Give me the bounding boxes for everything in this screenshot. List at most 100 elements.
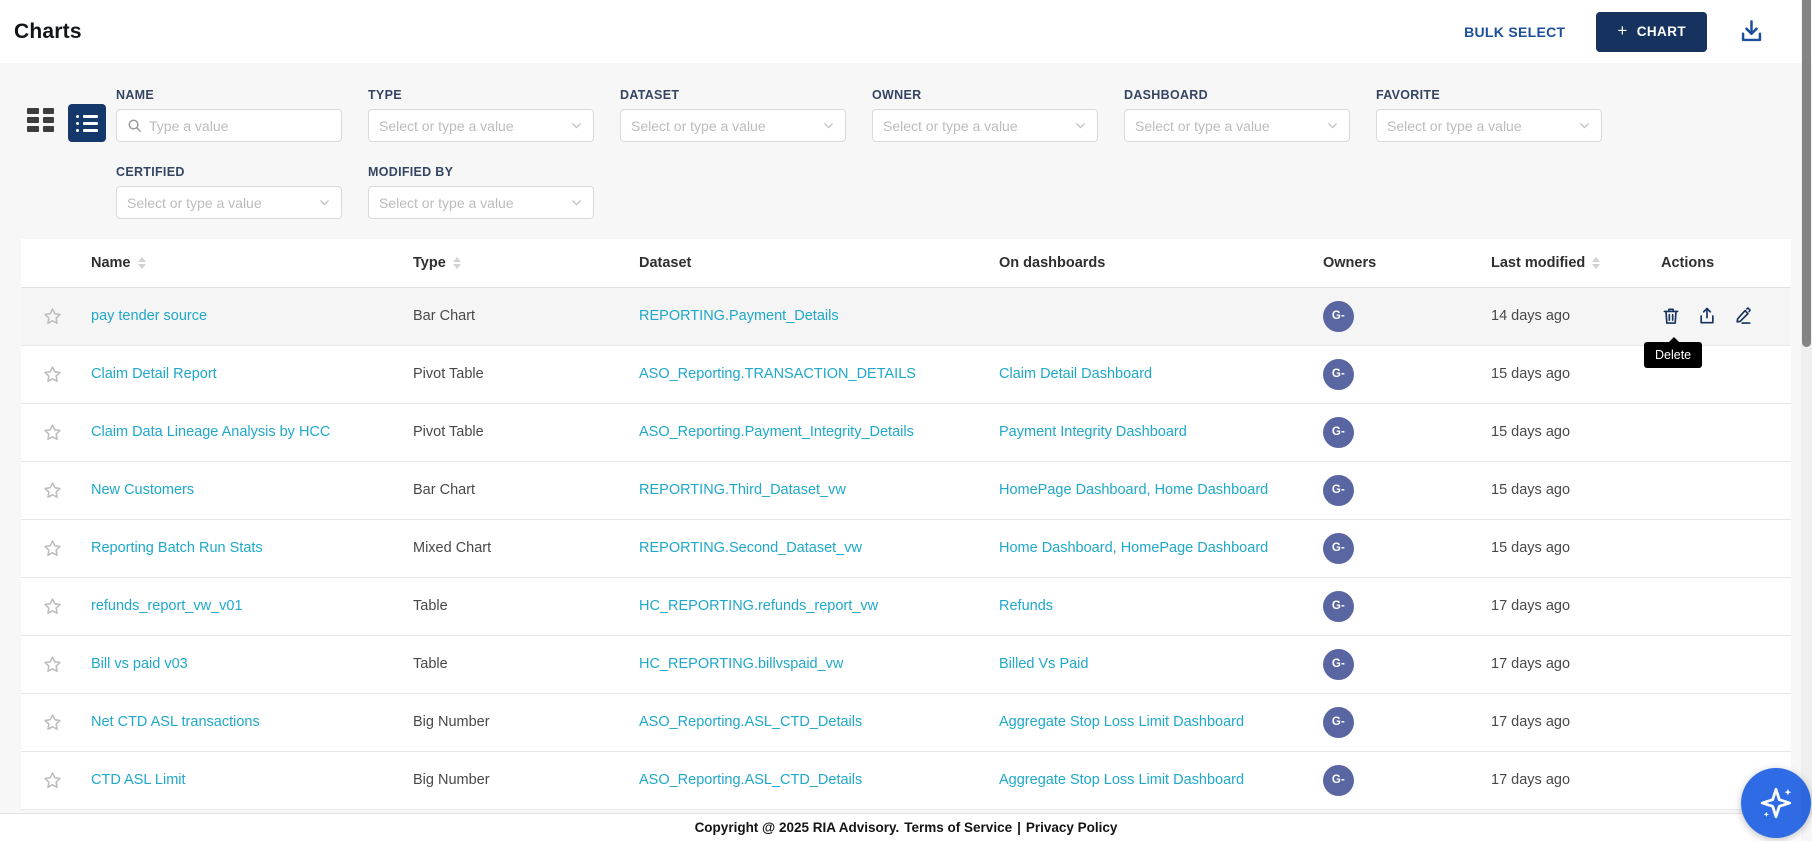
list-view-toggle[interactable]: [68, 104, 106, 142]
search-icon: [127, 118, 142, 133]
chart-name-link[interactable]: New Customers: [91, 482, 194, 498]
favorite-star-icon[interactable]: [42, 480, 63, 501]
delete-tooltip: Delete: [1644, 342, 1702, 368]
favorite-star-icon[interactable]: [42, 596, 63, 617]
chart-name-link[interactable]: Bill vs paid v03: [91, 656, 188, 672]
filter-select[interactable]: Select or type a value: [116, 186, 342, 219]
filter-select[interactable]: Select or type a value: [872, 109, 1098, 142]
select-placeholder: Select or type a value: [631, 118, 766, 134]
sort-icon[interactable]: [1592, 257, 1600, 269]
select-placeholder: Select or type a value: [127, 195, 262, 211]
owner-avatar[interactable]: G-: [1323, 649, 1354, 680]
dataset-link[interactable]: REPORTING.Second_Dataset_vw: [639, 540, 862, 556]
chart-type: Pivot Table: [413, 424, 484, 440]
filter-select[interactable]: Select or type a value: [368, 109, 594, 142]
name-search-input[interactable]: [116, 109, 342, 142]
favorite-star-icon[interactable]: [42, 364, 63, 385]
filter-label: DASHBOARD: [1124, 88, 1350, 102]
list-view-icon: [76, 115, 98, 132]
privacy-policy-link[interactable]: Privacy Policy: [1026, 820, 1118, 835]
add-chart-button[interactable]: + CHART: [1596, 12, 1707, 52]
dashboards-link[interactable]: Claim Detail Dashboard: [999, 366, 1152, 382]
dashboards-link[interactable]: Aggregate Stop Loss Limit Dashboard: [999, 714, 1244, 730]
column-header-label: Last modified: [1491, 255, 1585, 271]
column-header-last-modified[interactable]: Last modified: [1481, 239, 1651, 287]
dashboards-link[interactable]: Home Dashboard, HomePage Dashboard: [999, 540, 1268, 556]
dashboards-link[interactable]: Payment Integrity Dashboard: [999, 424, 1187, 440]
terms-of-service-link[interactable]: Terms of Service: [904, 820, 1012, 835]
last-modified: 15 days ago: [1491, 424, 1570, 440]
owner-avatar[interactable]: G-: [1323, 359, 1354, 390]
owner-avatar[interactable]: G-: [1323, 475, 1354, 506]
dataset-link[interactable]: HC_REPORTING.billvspaid_vw: [639, 656, 843, 672]
filter-select[interactable]: Select or type a value: [1376, 109, 1602, 142]
dataset-link[interactable]: ASO_Reporting.ASL_CTD_Details: [639, 714, 862, 730]
download-icon[interactable]: [1738, 18, 1765, 45]
search-text-field[interactable]: [149, 118, 331, 134]
chart-name-link[interactable]: Claim Detail Report: [91, 366, 217, 382]
column-header-type[interactable]: Type: [403, 239, 629, 287]
dataset-link[interactable]: ASO_Reporting.ASL_CTD_Details: [639, 772, 862, 788]
chart-name-link[interactable]: pay tender source: [91, 308, 207, 324]
column-header-label: Dataset: [639, 255, 691, 271]
column-header-label: Name: [91, 255, 131, 271]
table-row: New Customers Bar Chart REPORTING.Third_…: [21, 461, 1791, 519]
favorite-star-icon[interactable]: [42, 712, 63, 733]
filter-label: DATASET: [620, 88, 846, 102]
footer-separator: |: [1017, 820, 1021, 835]
bulk-select-button[interactable]: BULK SELECT: [1464, 24, 1565, 40]
favorite-star-icon[interactable]: [42, 306, 63, 327]
owner-avatar[interactable]: G-: [1323, 417, 1354, 448]
favorite-star-icon[interactable]: [42, 422, 63, 443]
trash-icon[interactable]: [1661, 306, 1681, 326]
chart-name-link[interactable]: Net CTD ASL transactions: [91, 714, 260, 730]
dashboards-link[interactable]: HomePage Dashboard, Home Dashboard: [999, 482, 1268, 498]
chart-name-link[interactable]: Claim Data Lineage Analysis by HCC: [91, 424, 330, 440]
chart-type: Table: [413, 598, 448, 614]
owner-avatar[interactable]: G-: [1323, 591, 1354, 622]
owner-avatar[interactable]: G-: [1323, 533, 1354, 564]
favorite-star-icon[interactable]: [42, 770, 63, 791]
sort-icon[interactable]: [453, 257, 461, 269]
chart-name-link[interactable]: refunds_report_vw_v01: [91, 598, 243, 614]
column-header-dataset: Dataset: [629, 239, 989, 287]
chart-type: Big Number: [413, 714, 490, 730]
dashboards-link[interactable]: Aggregate Stop Loss Limit Dashboard: [999, 772, 1244, 788]
favorite-star-icon[interactable]: [42, 538, 63, 559]
column-header-name[interactable]: Name: [81, 239, 403, 287]
filter-favorite: FAVORITESelect or type a value: [1376, 88, 1602, 142]
filter-certified: CERTIFIEDSelect or type a value: [116, 165, 342, 219]
chart-name-link[interactable]: Reporting Batch Run Stats: [91, 540, 263, 556]
toolbar: BULK SELECT + CHART: [1464, 12, 1765, 52]
dataset-link[interactable]: REPORTING.Payment_Details: [639, 308, 839, 324]
table-row: CTD ASL Limit Big Number ASO_Reporting.A…: [21, 751, 1791, 809]
filter-select[interactable]: Select or type a value: [1124, 109, 1350, 142]
last-modified: 17 days ago: [1491, 714, 1570, 730]
table-row: pay tender source Bar Chart REPORTING.Pa…: [21, 287, 1791, 345]
dashboards-link[interactable]: Refunds: [999, 598, 1053, 614]
chevron-down-icon: [570, 119, 583, 132]
chart-name-link[interactable]: CTD ASL Limit: [91, 772, 186, 788]
owner-avatar[interactable]: G-: [1323, 707, 1354, 738]
card-view-toggle[interactable]: [27, 108, 54, 132]
filter-select[interactable]: Select or type a value: [368, 186, 594, 219]
table-row: refunds_report_vw_v01 Table HC_REPORTING…: [21, 577, 1791, 635]
owner-avatar[interactable]: G-: [1323, 301, 1354, 332]
edit-icon[interactable]: [1733, 306, 1753, 326]
owner-avatar[interactable]: G-: [1323, 765, 1354, 796]
column-header-label: Owners: [1323, 255, 1376, 271]
dataset-link[interactable]: ASO_Reporting.Payment_Integrity_Details: [639, 424, 914, 440]
dataset-link[interactable]: REPORTING.Third_Dataset_vw: [639, 482, 846, 498]
favorite-star-icon[interactable]: [42, 654, 63, 675]
last-modified: 15 days ago: [1491, 540, 1570, 556]
dataset-link[interactable]: HC_REPORTING.refunds_report_vw: [639, 598, 878, 614]
export-icon[interactable]: [1697, 306, 1717, 326]
filter-type: TYPESelect or type a value: [368, 88, 594, 142]
scrollbar-thumb[interactable]: [1802, 0, 1811, 347]
sort-icon[interactable]: [138, 257, 146, 269]
dashboards-link[interactable]: Billed Vs Paid: [999, 656, 1088, 672]
filter-select[interactable]: Select or type a value: [620, 109, 846, 142]
charts-table: NameTypeDatasetOn dashboardsOwnersLast m…: [21, 239, 1791, 810]
dataset-link[interactable]: ASO_Reporting.TRANSACTION_DETAILS: [639, 366, 916, 382]
filter-dataset: DATASET Select or type a value: [620, 88, 846, 142]
